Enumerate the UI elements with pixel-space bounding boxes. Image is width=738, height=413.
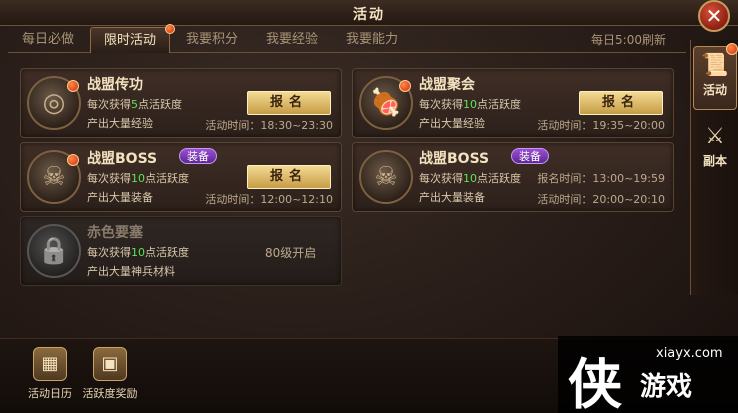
- tab-limited[interactable]: 限时活动: [90, 24, 175, 53]
- window-title: 活动: [353, 7, 385, 23]
- tab-daily[interactable]: 每日必做: [8, 27, 88, 53]
- side-tab-activity[interactable]: 📜 活动: [693, 43, 738, 110]
- activity-card-guild-train: ◎ 战盟传功 每次获得5点活跃度 产出大量经验 报名 活动时间：18:30~23…: [20, 68, 342, 138]
- tab-label: 限时活动: [103, 33, 156, 48]
- roast-meat-icon: 🍖: [359, 76, 413, 130]
- activity-list: ◎ 战盟传功 每次获得5点活跃度 产出大量经验 报名 活动时间：18:30~23…: [14, 58, 684, 328]
- demon-skull-icon: ☠: [27, 150, 81, 204]
- tab-label: 每日必做: [21, 32, 74, 47]
- tab-label: 我要积分: [185, 32, 238, 47]
- activity-title: 战盟聚会: [419, 77, 475, 93]
- demon-skull-icon: ☠: [359, 150, 413, 204]
- close-icon: ✕: [705, 4, 723, 28]
- button-label: 活动日历: [28, 387, 72, 400]
- activity-card-red-fortress: 🔒 赤色要塞 每次获得10点活跃度 产出大量神兵材料 80级开启: [20, 216, 342, 286]
- notification-dot: [67, 154, 79, 166]
- equipment-badge: 装备: [179, 148, 217, 164]
- activity-reward-line: 每次获得10点活跃度: [87, 172, 189, 185]
- activity-card-guild-boss: ☠ 战盟BOSS 装备 每次获得10点活跃度 产出大量装备 报名 活动时间：12…: [20, 142, 342, 212]
- tab-label: 我要经验: [265, 32, 318, 47]
- signup-button[interactable]: 报名: [247, 91, 331, 115]
- swirl-emblem-icon: ◎: [27, 76, 81, 130]
- activity-time: 活动时间：19:35~20:00: [537, 119, 665, 132]
- activity-title: 战盟BOSS: [419, 151, 490, 167]
- activity-card-guild-boss-2: ☠ 战盟BOSS 装备 每次获得10点活跃度 产出大量装备 报名时间：13:00…: [352, 142, 674, 212]
- treasure-chest-icon: ▣: [93, 347, 127, 381]
- notification-dot: [67, 80, 79, 92]
- padlock-icon: 🔒: [27, 224, 81, 278]
- unlock-level: 80级开启: [265, 246, 317, 260]
- side-tab-dungeon[interactable]: ⚔ 副本: [693, 118, 737, 182]
- watermark: 侠 xiayx.com 游戏: [558, 336, 738, 413]
- tab-bar: 每日必做 限时活动 我要积分 我要经验 我要能力 每日5:00刷新: [8, 24, 686, 53]
- activity-reward-button[interactable]: ▣ 活跃度奖励: [80, 347, 140, 401]
- side-tab-label: 副本: [702, 154, 727, 168]
- tab-points[interactable]: 我要积分: [172, 27, 252, 53]
- activity-window: 活动 ✕ 每日必做 限时活动 我要积分 我要经验 我要能力 每日5:00刷新 ◎…: [0, 0, 738, 413]
- activity-calendar-button[interactable]: ▦ 活动日历: [20, 347, 80, 401]
- activity-output-line: 产出大量神兵材料: [87, 265, 175, 278]
- activity-output-line: 产出大量经验: [419, 117, 485, 130]
- crossed-swords-icon: ⚔: [705, 124, 725, 149]
- tab-exp[interactable]: 我要经验: [252, 27, 332, 53]
- notification-dot: [399, 80, 411, 92]
- notification-dot: [726, 43, 738, 55]
- equipment-badge: 装备: [511, 148, 549, 164]
- side-tab-label: 活动: [702, 83, 727, 97]
- tab-label: 我要能力: [345, 32, 398, 47]
- activity-time: 活动时间：18:30~23:30: [205, 119, 333, 132]
- activity-reward-line: 每次获得10点活跃度: [87, 246, 189, 259]
- calendar-icon: ▦: [33, 347, 67, 381]
- signup-button[interactable]: 报名: [247, 165, 331, 189]
- signup-time: 报名时间：13:00~19:59: [537, 172, 665, 185]
- activity-reward-line: 每次获得10点活跃度: [419, 98, 521, 111]
- watermark-name: 游戏: [640, 372, 693, 402]
- activity-reward-line: 每次获得5点活跃度: [87, 98, 182, 111]
- signup-button[interactable]: 报名: [579, 91, 663, 115]
- activity-time: 活动时间：20:00~20:10: [537, 193, 665, 206]
- activity-output-line: 产出大量装备: [419, 191, 485, 204]
- refresh-notice: 每日5:00刷新: [591, 33, 666, 47]
- title-bar: 活动: [0, 0, 738, 26]
- activity-output-line: 产出大量经验: [87, 117, 153, 130]
- button-label: 活跃度奖励: [82, 387, 138, 400]
- watermark-site: xiayx.com: [656, 346, 723, 361]
- activity-title: 赤色要塞: [87, 225, 143, 241]
- side-nav: 📜 活动 ⚔ 副本: [690, 40, 738, 295]
- close-button[interactable]: ✕: [698, 0, 730, 32]
- activity-time: 活动时间：12:00~12:10: [205, 193, 333, 206]
- activity-card-guild-feast: 🍖 战盟聚会 每次获得10点活跃度 产出大量经验 报名 活动时间：19:35~2…: [352, 68, 674, 138]
- watermark-logo-char: 侠: [568, 352, 622, 413]
- scroll-icon: 📜: [701, 53, 729, 78]
- activity-reward-line: 每次获得10点活跃度: [419, 172, 521, 185]
- activity-output-line: 产出大量装备: [87, 191, 153, 204]
- activity-title: 战盟传功: [87, 77, 143, 93]
- activity-title: 战盟BOSS: [87, 151, 158, 167]
- tab-ability[interactable]: 我要能力: [332, 27, 412, 53]
